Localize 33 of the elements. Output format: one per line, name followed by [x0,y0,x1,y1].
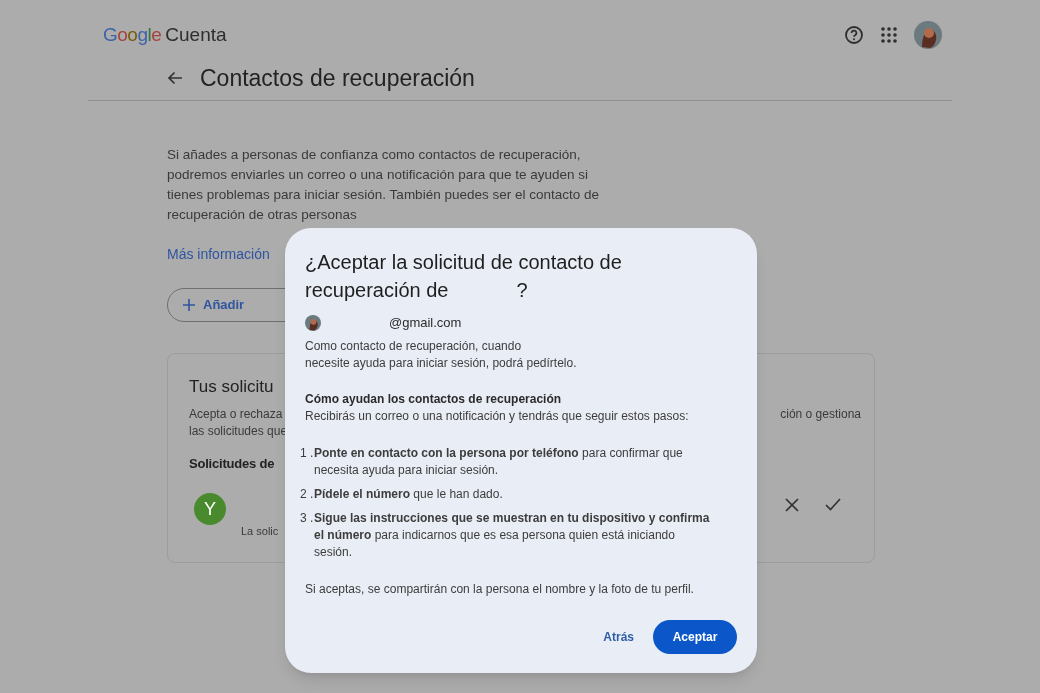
dialog-text: necesite ayuda para iniciar sesión, podrá pedírtelo. [305,354,578,372]
dialog-text: Como contacto de recuperación, cuando [305,337,523,355]
intro-paragraph: Si añades a personas de confianza como contactos de recuperación, podremos enviarles un correo o una notificación para que te ayuden si tienes problemas para iniciar sesión. También puedes ser el contacto de recuperación de otras personas [167,146,600,224]
step-text: Ponte en contacto con la persona por teléfono para confirmar que necesita ayuda para iniciar sesión. [314,444,684,479]
plus-icon [183,299,195,311]
section-text: Recibirás un correo o una notificación y tendrás que seguir estos pasos: [305,407,690,425]
back-arrow-icon[interactable] [166,69,184,87]
avatar-icon[interactable] [914,21,942,49]
step-number: 2 . [300,485,314,503]
product-name: Cuenta [165,22,227,47]
close-icon[interactable] [785,498,799,512]
share-note: Si aceptas, se compartirán con la persona el nombre y la foto de tu perfil. [305,580,695,598]
section-title: Cómo ayudan los contactos de recuperación [305,390,563,408]
card-description: ción o gestiona [780,405,861,423]
page-title: Contactos de recuperación [200,63,475,93]
step-text: Sigue las instrucciones que se muestran en tu dispositivo y confirma el número para indicarnos que es esa persona quien está iniciando sesión. [314,509,711,561]
request-text: La solic [241,524,279,539]
accept-button[interactable]: Aceptar [653,620,737,654]
step-text: Pídele el número que le han dado. [314,485,504,503]
help-icon[interactable] [844,25,864,45]
avatar-icon[interactable] [305,314,321,331]
requests-subtitle: Solicitudes de [189,454,275,473]
checkmark-icon[interactable] [825,498,841,511]
card-description: Acepta o rechaza [189,405,284,423]
apps-grid-icon[interactable] [881,27,897,43]
account-email: @gmail.com [389,314,462,332]
learn-more-link[interactable]: Más información [167,244,270,265]
back-button[interactable]: Atrás [601,620,636,654]
card-title: Tus solicitu [189,376,274,398]
step-number: 1 . [300,444,314,462]
google-logo[interactable]: Google [103,20,162,50]
request-avatar: Y [194,493,226,525]
step-number: 3 . [300,509,314,527]
